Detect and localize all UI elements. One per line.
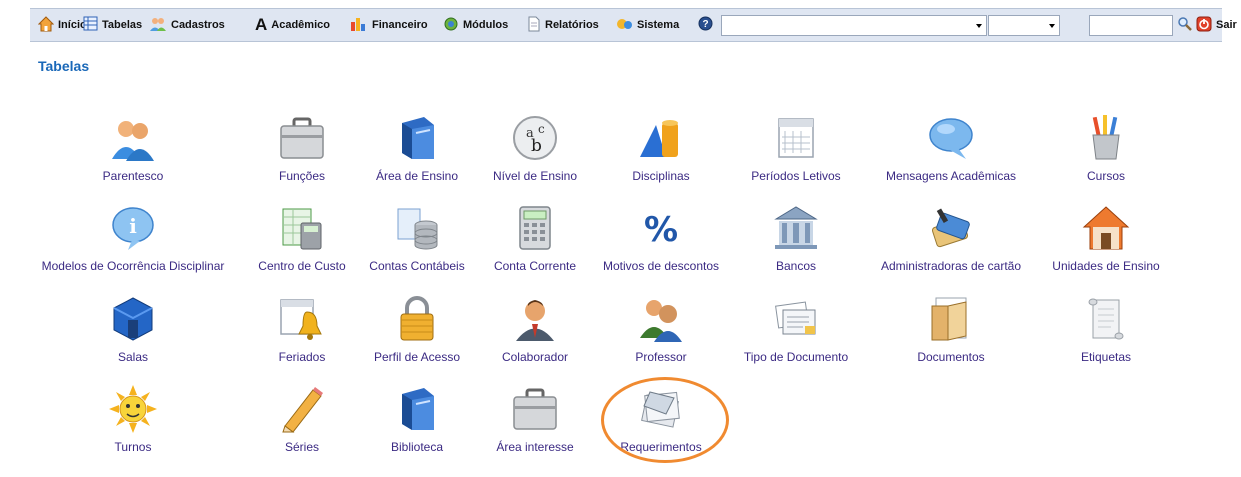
- book-icon: [392, 113, 442, 163]
- abc-icon: acb: [510, 113, 560, 163]
- table-item[interactable]: Parentesco: [38, 113, 228, 183]
- menu-relatorios-label: Relatórios: [545, 19, 599, 31]
- logout-button[interactable]: Sair: [1196, 9, 1237, 41]
- home-icon: [37, 15, 55, 35]
- speech-bubble-icon: [926, 113, 976, 163]
- chevron-down-icon: [1049, 24, 1055, 28]
- users-icon: [149, 16, 167, 35]
- table-item-label: Etiquetas: [1080, 350, 1132, 364]
- search-icon: [1177, 16, 1193, 35]
- calendar-icon: [771, 113, 821, 163]
- spreadsheet-calculator-icon: [277, 203, 327, 253]
- house-icon: [1081, 203, 1131, 253]
- svg-text:c: c: [538, 122, 545, 136]
- document-types-icon: [771, 294, 821, 344]
- briefcase-icon: [510, 384, 560, 434]
- logout-label: Sair: [1216, 19, 1237, 31]
- teacher-icon: [636, 294, 686, 344]
- people-icon: [108, 113, 158, 163]
- menu-inicio[interactable]: Início: [37, 9, 87, 41]
- table-item[interactable]: Turnos: [38, 384, 228, 454]
- highlight-circle: [601, 377, 729, 463]
- letter-a-icon: A: [255, 15, 268, 34]
- table-icon: [83, 16, 98, 34]
- table-item-label: Cursos: [1086, 169, 1125, 183]
- table-item-label: Modelos de Ocorrência Disciplinar: [41, 259, 225, 273]
- system-icon: [616, 16, 633, 35]
- padlock-icon: [392, 294, 442, 344]
- menu-tabelas-label: Tabelas: [102, 19, 143, 31]
- percent-icon: %: [636, 203, 686, 253]
- menu-financeiro[interactable]: Financeiro: [350, 9, 428, 41]
- database-icon: [392, 203, 442, 253]
- menu-financeiro-label: Financeiro: [372, 19, 428, 31]
- calculator-icon: [510, 203, 560, 253]
- person-icon: [510, 294, 560, 344]
- pencil-icon: [277, 384, 327, 434]
- menu-academico[interactable]: A Acadêmico: [255, 9, 330, 41]
- help-button[interactable]: ?: [698, 9, 717, 41]
- svg-text:?: ?: [702, 19, 708, 30]
- menu-modulos-label: Módulos: [463, 19, 509, 31]
- page-title: Tabelas: [38, 58, 90, 74]
- menu-cadastros[interactable]: Cadastros: [149, 9, 225, 41]
- bank-icon: [771, 203, 821, 253]
- shapes-icon: [636, 113, 686, 163]
- menu-cadastros-label: Cadastros: [171, 19, 225, 31]
- book-icon: [392, 384, 442, 434]
- menu-relatorios[interactable]: Relatórios: [527, 9, 599, 41]
- search-input[interactable]: [1089, 15, 1173, 36]
- menu-modulos[interactable]: Módulos: [443, 9, 508, 41]
- module-select[interactable]: [721, 15, 987, 36]
- room-icon: [108, 294, 158, 344]
- table-item-label: Turnos: [114, 440, 152, 454]
- menu-academico-label: Acadêmico: [271, 19, 330, 31]
- svg-text:b: b: [531, 136, 542, 156]
- report-icon: [527, 16, 541, 35]
- sun-icon: [108, 384, 158, 434]
- menu-sistema-label: Sistema: [637, 19, 680, 31]
- menu-sistema[interactable]: Sistema: [616, 9, 679, 41]
- top-menu-bar: Início Tabelas Cadastros A Acadêmico Fin…: [30, 8, 1237, 42]
- finance-chart-icon: [350, 16, 368, 35]
- modules-icon: [443, 16, 459, 35]
- scroll-icon: [1081, 294, 1131, 344]
- pencil-cup-icon: [1081, 113, 1131, 163]
- table-item[interactable]: i Modelos de Ocorrência Disciplinar: [38, 203, 228, 273]
- calendar-bell-icon: [277, 294, 327, 344]
- briefcase-icon: [277, 113, 327, 163]
- chevron-down-icon: [976, 24, 982, 28]
- cards-icon: [926, 203, 976, 253]
- info-bubble-icon: i: [108, 203, 158, 253]
- svg-text:%: %: [644, 210, 678, 250]
- table-item[interactable]: Cursos: [1011, 113, 1201, 183]
- menu-tabelas[interactable]: Tabelas: [83, 9, 142, 41]
- folder-docs-icon: [926, 294, 976, 344]
- svg-text:i: i: [129, 214, 137, 238]
- table-item-label: Unidades de Ensino: [1052, 259, 1160, 273]
- table-item-label: Parentesco: [102, 169, 164, 183]
- option-select[interactable]: [988, 15, 1060, 36]
- table-item[interactable]: Etiquetas: [1011, 294, 1201, 364]
- table-item-label: Salas: [117, 350, 149, 364]
- table-item[interactable]: Salas: [38, 294, 228, 364]
- help-icon: ?: [698, 16, 713, 34]
- search-button[interactable]: [1177, 9, 1193, 41]
- power-icon: [1196, 16, 1212, 35]
- table-item[interactable]: Unidades de Ensino: [1011, 203, 1201, 273]
